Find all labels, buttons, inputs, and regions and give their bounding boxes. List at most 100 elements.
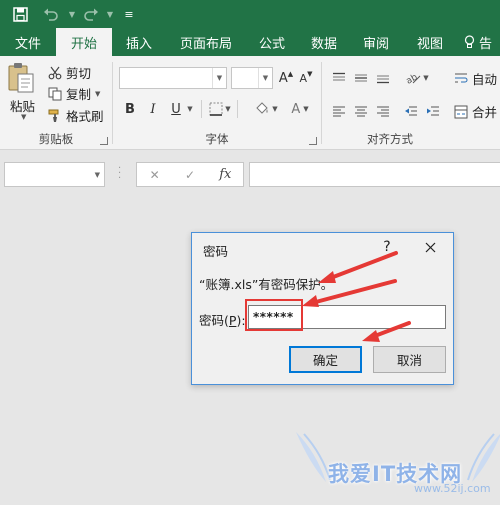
alignment-group: ab ▼ 自动 合并 对齐方式 <box>322 56 500 150</box>
title-bar: ▼ ▼ ≡ <box>0 0 500 28</box>
cancel-button[interactable]: 取消 <box>373 346 446 373</box>
cut-button[interactable]: 剪切 <box>48 63 91 82</box>
cut-label: 剪切 <box>66 66 92 81</box>
align-top-button[interactable] <box>330 67 348 89</box>
borders-button[interactable]: ▼ <box>207 98 233 120</box>
align-center-button[interactable] <box>352 100 370 122</box>
increase-indent-icon <box>427 106 439 116</box>
tab-review[interactable]: 审阅 <box>350 28 402 56</box>
font-size-combobox[interactable]: ▼ <box>231 67 273 89</box>
merge-center-label: 合并 <box>472 105 498 120</box>
copy-button[interactable]: 复制 ▼ <box>48 84 100 103</box>
wrap-text-icon <box>455 73 468 82</box>
align-center-icon <box>355 106 367 117</box>
align-middle-button[interactable] <box>352 67 370 89</box>
paste-button[interactable] <box>6 62 42 97</box>
font-launcher-icon[interactable] <box>309 137 317 145</box>
clipboard-group-label: 剪贴板 <box>38 132 74 146</box>
bold-button[interactable]: B <box>121 98 139 120</box>
save-icon[interactable] <box>0 0 36 28</box>
alignment-group-label: 对齐方式 <box>367 132 413 146</box>
fill-color-button[interactable]: ▼ <box>251 98 281 120</box>
ok-button[interactable]: 确定 <box>289 346 362 373</box>
enter-entry-button[interactable]: ✓ <box>172 163 207 186</box>
align-right-icon <box>377 106 389 117</box>
italic-button[interactable]: I <box>144 98 162 120</box>
undo-icon[interactable] <box>36 0 66 28</box>
format-painter-label: 格式刷 <box>66 109 104 124</box>
copy-dropdown-icon[interactable]: ▼ <box>95 90 100 98</box>
align-middle-icon <box>355 74 367 82</box>
cancel-entry-button[interactable]: ✕ <box>137 163 172 186</box>
orientation-button[interactable]: ab ▼ <box>402 67 432 89</box>
align-left-button[interactable] <box>330 100 348 122</box>
password-label: 密码(P): <box>199 313 246 328</box>
clipboard-group: 粘贴 ▼ 剪切 复制 ▼ 格式刷 剪贴板 <box>0 56 112 150</box>
name-box[interactable]: ▼ <box>4 162 105 187</box>
dialog-help-button[interactable]: ? <box>380 239 394 255</box>
font-group: ▼ ▼ A ▲ A ▼ B I U ▼ ▼ ▼ A ▼ 字体 <box>113 56 321 150</box>
tab-file[interactable]: 文件 <box>0 28 56 56</box>
increase-indent-button[interactable] <box>424 100 442 122</box>
align-right-button[interactable] <box>374 100 392 122</box>
password-input[interactable]: ****** <box>248 305 446 329</box>
wrap-text-label: 自动 <box>472 72 498 87</box>
tab-data[interactable]: 数据 <box>298 28 350 56</box>
align-left-icon <box>333 106 345 117</box>
dialog-title: 密码 <box>203 244 229 259</box>
shrink-font-button[interactable]: A ▼ <box>297 67 315 89</box>
paintbrush-icon <box>48 109 59 122</box>
copy-label: 复制 <box>66 87 92 102</box>
tell-me-label: 告 <box>479 36 493 52</box>
watermark: 我爱IT技术网 www.52ij.com <box>296 428 500 505</box>
formula-bar-splitter[interactable]: · · · <box>118 164 121 184</box>
merge-center-button[interactable]: 合并 <box>454 102 497 121</box>
borders-icon <box>209 102 223 116</box>
tab-home[interactable]: 开始 <box>56 28 112 56</box>
grow-font-button[interactable]: A ▲ <box>277 67 295 89</box>
tab-insert[interactable]: 插入 <box>112 28 166 56</box>
merge-cells-icon <box>454 105 468 118</box>
align-bottom-icon <box>377 75 389 84</box>
scissors-icon <box>48 66 62 79</box>
close-icon <box>425 242 435 252</box>
formula-input[interactable] <box>249 162 500 187</box>
tell-me-box[interactable]: 告 <box>458 28 492 56</box>
tab-formulas[interactable]: 公式 <box>246 28 298 56</box>
wrap-text-button[interactable]: 自动 <box>454 69 497 88</box>
font-color-label: A <box>291 101 301 117</box>
paste-icon <box>8 63 34 93</box>
font-name-combobox[interactable]: ▼ <box>119 67 227 89</box>
align-top-icon <box>333 72 345 81</box>
font-separator <box>237 100 238 118</box>
paste-dropdown-icon[interactable]: ▼ <box>21 113 26 121</box>
watermark-url: www.52ij.com <box>414 482 491 495</box>
underline-button[interactable]: U <box>167 98 185 120</box>
clipboard-launcher-icon[interactable] <box>100 137 108 145</box>
font-size-dropdown-icon[interactable]: ▼ <box>258 68 272 88</box>
redo-dropdown-icon[interactable]: ▼ <box>104 0 116 28</box>
font-group-label: 字体 <box>205 132 229 146</box>
tab-page-layout[interactable]: 页面布局 <box>166 28 246 56</box>
formula-buttons: ✕ ✓ fx <box>136 162 244 187</box>
font-separator <box>201 100 202 118</box>
decrease-indent-button[interactable] <box>402 100 420 122</box>
undo-dropdown-icon[interactable]: ▼ <box>66 0 78 28</box>
customize-qat-icon[interactable]: ≡ <box>116 0 142 28</box>
formula-bar: ▼ · · · ✕ ✓ fx <box>0 150 500 198</box>
dialog-message: “账簿.xls”有密码保护。 <box>199 277 334 292</box>
align-bottom-button[interactable] <box>374 67 392 89</box>
redo-icon[interactable] <box>78 0 104 28</box>
copy-icon <box>48 87 62 100</box>
insert-function-button[interactable]: fx <box>208 163 243 186</box>
font-name-dropdown-icon[interactable]: ▼ <box>212 68 226 88</box>
password-dialog: 密码 ? “账簿.xls”有密码保护。 密码(P): ****** 确定 取消 <box>191 232 454 385</box>
underline-dropdown-icon[interactable]: ▼ <box>185 98 195 120</box>
tab-view[interactable]: 视图 <box>402 28 458 56</box>
decrease-indent-icon <box>405 106 417 116</box>
format-painter-button[interactable]: 格式刷 <box>48 106 104 125</box>
name-box-dropdown-icon[interactable]: ▼ <box>95 171 100 179</box>
dialog-close-button[interactable] <box>420 237 440 257</box>
paint-bucket-icon <box>256 102 269 114</box>
font-color-button[interactable]: A ▼ <box>285 98 315 120</box>
